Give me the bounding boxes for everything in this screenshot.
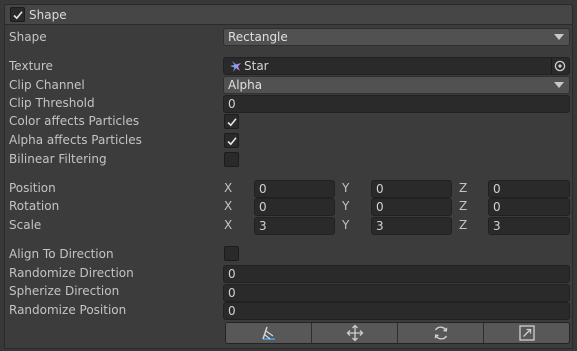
position-y-field[interactable]: 0 [371, 180, 452, 198]
rotation-z-field[interactable]: 0 [488, 198, 570, 216]
shape-dropdown-value: Rectangle [228, 30, 288, 44]
scale-tool-button[interactable] [484, 323, 569, 343]
scale-y-field[interactable]: 3 [371, 217, 452, 235]
scale-x-field[interactable]: 3 [254, 217, 335, 235]
position-z-axis-label: Z [459, 181, 468, 195]
randomize-direction-label: Randomize Direction [9, 266, 134, 280]
randomize-position-label: Randomize Position [9, 303, 127, 317]
object-picker-button[interactable] [551, 58, 567, 74]
dropdown-arrow-icon [554, 82, 564, 88]
scale-label: Scale [9, 218, 42, 232]
scale-icon [518, 325, 535, 341]
rotate-tool-button[interactable] [398, 323, 484, 343]
color-affects-particles-checkbox[interactable] [224, 114, 239, 129]
randomize-direction-field[interactable]: 0 [223, 265, 570, 283]
scale-z-field[interactable]: 3 [488, 217, 570, 235]
rotate-icon [434, 326, 447, 340]
shape-module-header[interactable]: Shape [4, 4, 573, 25]
module-title: Shape [29, 8, 67, 22]
texture-star-icon [230, 61, 241, 72]
clip-channel-dropdown[interactable]: Alpha [223, 76, 570, 94]
spherize-direction-field[interactable]: 0 [223, 284, 570, 302]
alpha-affects-particles-label: Alpha affects Particles [9, 133, 142, 147]
rotation-y-field[interactable]: 0 [371, 198, 452, 216]
checkmark-icon [227, 118, 237, 127]
clip-channel-label: Clip Channel [9, 78, 85, 92]
shape-label: Shape [9, 30, 47, 44]
texture-label: Texture [9, 59, 53, 73]
rotation-y-axis-label: Y [342, 199, 350, 213]
position-y-axis-label: Y [342, 181, 350, 195]
texture-object-field[interactable]: Star [223, 57, 570, 75]
scale-x-axis-label: X [224, 218, 233, 232]
spherize-direction-label: Spherize Direction [9, 284, 120, 298]
rotation-z-axis-label: Z [459, 199, 468, 213]
move-tool-button[interactable] [312, 323, 398, 343]
shape-gizmo-toolbar [225, 322, 570, 344]
clip-threshold-label: Clip Threshold [9, 96, 95, 110]
position-x-field[interactable]: 0 [254, 180, 335, 198]
move-icon [346, 324, 363, 342]
alpha-affects-particles-checkbox[interactable] [224, 133, 239, 148]
position-x-axis-label: X [224, 181, 233, 195]
randomize-position-field[interactable]: 0 [223, 302, 570, 320]
clip-channel-value: Alpha [228, 78, 263, 92]
scale-z-axis-label: Z [459, 218, 468, 232]
checkmark-icon [227, 137, 237, 146]
position-z-field[interactable]: 0 [488, 180, 570, 198]
clip-threshold-field[interactable]: 0 [223, 95, 570, 113]
dropdown-arrow-icon [554, 34, 564, 40]
bilinear-filtering-checkbox[interactable] [224, 152, 239, 167]
edit-shape-icon [261, 326, 275, 340]
bilinear-filtering-label: Bilinear Filtering [9, 152, 107, 166]
color-affects-particles-label: Color affects Particles [9, 114, 140, 128]
rotation-label: Rotation [9, 199, 60, 213]
edit-shape-button[interactable] [226, 323, 312, 343]
texture-value: Star [244, 59, 269, 73]
rotation-x-field[interactable]: 0 [254, 198, 335, 216]
align-to-direction-label: Align To Direction [9, 247, 114, 261]
position-label: Position [9, 181, 56, 195]
rotation-x-axis-label: X [224, 199, 233, 213]
align-to-direction-checkbox[interactable] [224, 246, 239, 261]
object-picker-icon [554, 60, 566, 72]
shape-dropdown[interactable]: Rectangle [223, 28, 570, 46]
module-enabled-checkbox[interactable] [10, 7, 25, 22]
scale-y-axis-label: Y [342, 218, 350, 232]
checkmark-icon [13, 11, 23, 20]
